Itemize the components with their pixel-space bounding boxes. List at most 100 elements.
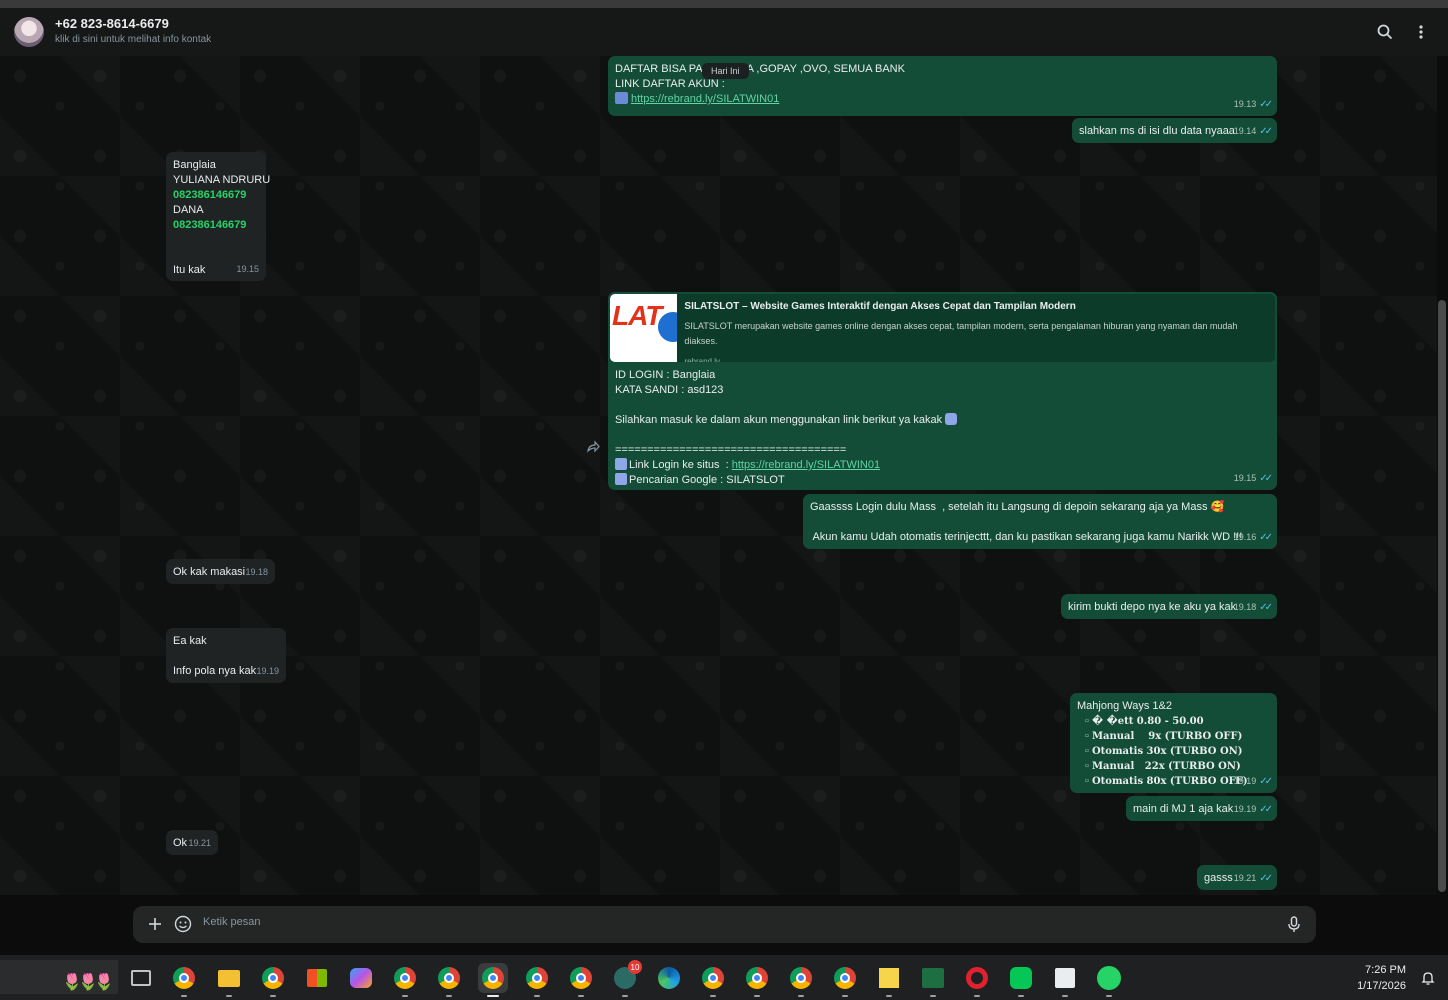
pattern-line: ▫ Otomatis 30x (TURBO ON) <box>1077 744 1270 759</box>
message-time: 19.21 <box>188 838 211 848</box>
message-outgoing[interactable]: slahkan ms di isi dlu data nyaaa 19.14 ✓✓ <box>1072 118 1277 143</box>
more-vert-icon[interactable] <box>1409 20 1433 44</box>
chrome-icon[interactable] <box>169 963 199 997</box>
message-text: Otomatis 80x (TURBO OFF) <box>1091 776 1248 787</box>
chrome-profile-icon[interactable] <box>434 963 464 997</box>
message-text: Ea kak <box>173 635 207 647</box>
opera-icon[interactable] <box>962 963 992 997</box>
message-outgoing[interactable]: kirim bukti depo nya ke aku ya kak 19.18… <box>1061 594 1277 619</box>
notification-bell-icon[interactable] <box>1420 970 1436 986</box>
link-preview-title: SILATSLOT – Website Games Interaktif den… <box>684 301 1076 312</box>
link-preview-image: LAT <box>610 294 678 362</box>
whatsapp-icon[interactable] <box>1094 963 1124 997</box>
message-time: 19.18 <box>1233 602 1257 612</box>
chrome-profile-icon[interactable] <box>566 963 596 997</box>
chrome-profile-icon[interactable] <box>830 963 860 997</box>
message-meta: 19.19 ✓✓ <box>1233 774 1273 789</box>
message-time: 19.19 <box>1233 776 1257 786</box>
message-text: ==================================== <box>615 444 847 456</box>
message-time: 19.13 <box>1233 99 1257 109</box>
edge-icon[interactable] <box>654 963 684 993</box>
copilot-icon[interactable] <box>346 963 376 993</box>
font-viewer-icon[interactable] <box>1050 963 1080 997</box>
bullet-icon: ▫ <box>1085 760 1092 772</box>
message-text: Link Login ke situs : <box>629 459 732 471</box>
message-outgoing[interactable]: main di MJ 1 aja kak 19.19 ✓✓ <box>1126 796 1277 821</box>
message-meta: 19.13 ✓✓ <box>1233 97 1273 112</box>
pattern-line: ▫ Manual 22x (TURBO ON) <box>1077 759 1270 774</box>
message-outgoing[interactable]: gasss 19.21 ✓✓ <box>1197 865 1277 890</box>
chrome-profile-icon[interactable] <box>390 963 420 997</box>
message-text: Pencarian Google : SILATSLOT <box>629 474 785 486</box>
contact-info-hint[interactable]: klik di sini untuk melihat info kontak <box>55 34 211 45</box>
microsoft-store-icon[interactable] <box>302 963 332 993</box>
chrome-profile-icon[interactable] <box>522 963 552 997</box>
message-meta: 19.21 ✓✓ <box>1233 871 1273 886</box>
phone-number[interactable]: 082386146679 <box>173 218 259 233</box>
message-composer[interactable]: Ketik pesan <box>133 906 1316 943</box>
message-outgoing[interactable]: LAT SILATSLOT – Website Games Interaktif… <box>608 292 1277 490</box>
down-arrow-emoji-icon <box>945 413 958 425</box>
search-icon[interactable] <box>1373 20 1397 44</box>
mic-icon[interactable] <box>1284 914 1304 934</box>
message-text: Manual 9x (TURBO OFF) <box>1091 731 1243 742</box>
system-clock[interactable]: 7:26 PM 1/17/2026 <box>1357 962 1406 994</box>
line-icon[interactable] <box>1006 963 1036 997</box>
chrome-profile-icon[interactable] <box>258 963 288 997</box>
message-meta: 19.18 ✓✓ <box>1233 600 1273 615</box>
read-ticks-icon: ✓✓ <box>1259 473 1273 484</box>
read-ticks-icon: ✓✓ <box>1259 126 1273 137</box>
message-incoming[interactable]: Banglaia YULIANA NDRURU 082386146679 DAN… <box>166 152 271 281</box>
pattern-line: ▫ Manual 9x (TURBO OFF) <box>1077 729 1270 744</box>
phone-number[interactable]: 082386146679 <box>173 188 259 203</box>
chrome-profile-icon[interactable] <box>742 963 772 997</box>
window-top-strip <box>0 0 1448 8</box>
chat-scrollbar[interactable] <box>1438 300 1446 892</box>
play-emoji-icon <box>615 458 627 470</box>
contact-name[interactable]: +62 823-8614-6679 <box>55 16 169 31</box>
message-link[interactable]: https://rebrand.ly/SILATWIN01 <box>732 459 880 471</box>
avatar[interactable] <box>14 17 44 47</box>
message-text: Gaassss Login dulu Mass , setelah itu La… <box>810 501 1225 513</box>
message-time: 19.19 <box>256 666 279 676</box>
task-view-icon[interactable] <box>126 963 156 993</box>
chat-header[interactable]: +62 823-8614-6679 klik di sini untuk mel… <box>0 8 1448 56</box>
message-text: Akun kamu Udah otomatis terinjecttt, dan… <box>810 531 1243 543</box>
taskbar-widget-area[interactable]: 🌷 🌷 🌷 <box>0 960 118 994</box>
os-taskbar: 🌷 🌷 🌷 10 7:26 PM 1/17/2026 <box>0 955 1448 1000</box>
sticky-notes-icon[interactable] <box>874 963 904 997</box>
message-time: 19.15 <box>236 264 259 274</box>
message-time: 19.21 <box>1233 873 1257 883</box>
message-link[interactable]: https://rebrand.ly/SILATWIN01 <box>631 93 779 105</box>
chat-area[interactable]: DAFTAR BISA PAKAI DANA ,GOPAY ,OVO, SEMU… <box>0 56 1437 895</box>
message-input[interactable]: Ketik pesan <box>203 916 1203 928</box>
excel-icon[interactable] <box>918 963 948 997</box>
message-incoming[interactable]: Ea kak Info pola nya kak 19.19 <box>166 628 286 683</box>
message-text: KATA SANDI : asd123 <box>615 384 724 396</box>
message-outgoing[interactable]: Mahjong Ways 1&2 ▫ � �ett 0.80 - 50.00 ▫… <box>1070 693 1277 793</box>
bullet-icon: ▫ <box>1085 775 1092 787</box>
sticker-icon[interactable] <box>174 915 192 933</box>
chrome-profile-icon[interactable] <box>478 963 508 997</box>
date-chip: Hari Ini <box>702 63 749 79</box>
read-ticks-icon: ✓✓ <box>1259 99 1273 110</box>
link-preview-body: SILATSLOT – Website Games Interaktif den… <box>677 294 1275 362</box>
message-incoming[interactable]: Ok 19.21 <box>166 830 218 855</box>
chrome-profile-icon[interactable] <box>698 963 728 997</box>
message-incoming[interactable]: Ok kak makasi 19.18 <box>166 559 275 584</box>
message-text: YULIANA NDRURU <box>173 174 271 186</box>
chrome-profile-icon[interactable] <box>786 963 816 997</box>
message-meta: 19.21 <box>188 836 211 851</box>
app-with-badge-icon[interactable]: 10 <box>610 960 642 997</box>
link-preview[interactable]: LAT SILATSLOT – Website Games Interaktif… <box>610 294 1275 362</box>
forward-icon[interactable] <box>586 440 600 454</box>
message-meta: 19.15 ✓✓ <box>1234 471 1273 486</box>
message-time: 19.16 <box>1233 532 1257 542</box>
file-explorer-icon[interactable] <box>214 963 244 997</box>
plus-icon[interactable] <box>145 914 165 934</box>
message-outgoing[interactable]: Gaassss Login dulu Mass , setelah itu La… <box>803 494 1277 549</box>
read-ticks-icon: ✓✓ <box>1259 602 1273 613</box>
